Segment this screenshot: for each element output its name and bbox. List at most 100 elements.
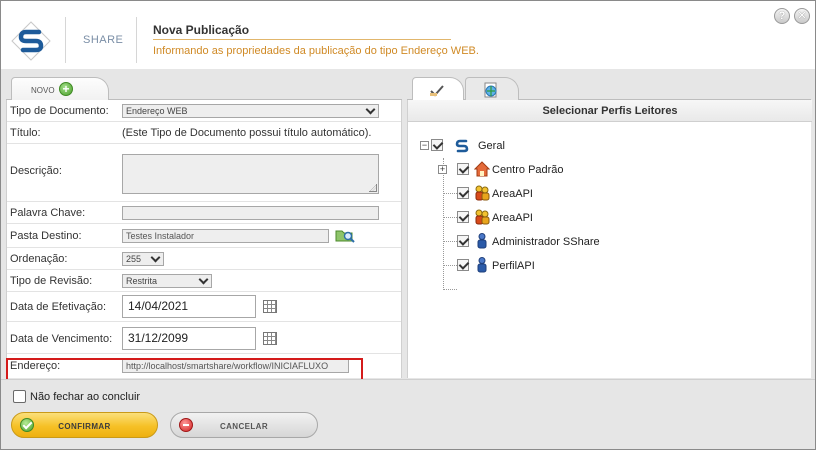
row-tipo-revisao: Tipo de Revisão: Restrita [7,270,401,292]
tree-node-label: Geral [478,140,505,152]
palavra-chave-input[interactable] [122,206,379,220]
titulo-value: (Este Tipo de Documento possui título au… [122,127,372,139]
data-vencimento-value: 31/12/2099 [128,331,189,345]
tree-checkbox[interactable] [457,163,469,175]
pasta-destino-value: Testes Instalador [126,231,195,241]
tree-node-label: Administrador SShare [492,236,600,248]
left-tab-bar: NOVO + [6,74,402,101]
tree-node-perfilapi[interactable]: PerfilAPI [438,257,638,275]
tree-node-centro-padrao[interactable]: + Centro Padrão [438,161,638,179]
tipo-documento-select[interactable]: Endereço WEB [122,104,379,118]
tab-novo[interactable]: NOVO + [11,77,109,101]
data-efetivacao-value: 14/04/2021 [128,299,189,313]
cancel-button[interactable]: CANCELAR [170,412,318,438]
tree-node-label: PerfilAPI [492,260,535,272]
ordenacao-select[interactable]: 255 [122,252,164,266]
profiles-header: Selecionar Perfis Leitores [408,100,812,122]
data-efetivacao-input[interactable]: 14/04/2021 [122,295,256,318]
ordenacao-label: Ordenação: [10,253,68,265]
calendar-icon[interactable] [263,300,277,313]
data-vencimento-label: Data de Vencimento: [10,333,113,345]
title-underline [153,39,451,40]
right-tab-bar [407,74,811,101]
smartshare-logo-icon [455,139,469,153]
row-titulo: Título: (Este Tipo de Documento possui t… [7,122,401,144]
dialog-window: SHARE Nova Publicação Informando as prop… [0,0,816,450]
resize-handle-icon[interactable] [369,184,377,192]
group-users-icon [475,209,490,225]
confirm-button[interactable]: CONFIRMAR [11,412,158,438]
keep-open-label: Não fechar ao concluir [30,391,141,403]
globe-page-icon [484,82,497,98]
house-icon [474,161,490,177]
tree-checkbox[interactable] [457,259,469,271]
tab-web[interactable] [465,77,519,101]
tipo-documento-label: Tipo de Documento: [10,105,109,117]
tipo-revisao-value: Restrita [126,276,158,286]
group-users-icon [475,185,490,201]
keep-open-checkbox[interactable] [13,390,26,403]
tipo-revisao-label: Tipo de Revisão: [10,275,93,287]
palavra-chave-label: Palavra Chave: [10,207,86,219]
help-icon[interactable]: ? [774,8,790,24]
header-separator [136,17,137,63]
chevron-down-icon [365,104,376,115]
page-subtitle: Informando as propriedades da publicação… [153,45,479,57]
row-data-vencimento: Data de Vencimento: 31/12/2099 [7,322,401,354]
tipo-revisao-select[interactable]: Restrita [122,274,212,288]
tree-node-geral[interactable]: − Geral [420,137,620,155]
data-efetivacao-label: Data de Efetivação: [10,301,107,313]
cancel-label: CANCELAR [219,422,269,431]
tree-node-label: AreaAPI [492,212,533,224]
tipo-documento-value: Endereço WEB [126,106,188,116]
tab-novo-label: NOVO [31,86,55,95]
properties-form: Tipo de Documento: Endereço WEB Título: … [6,100,402,378]
profiles-panel: Selecionar Perfis Leitores − Geral + Cen… [407,74,812,378]
hand-check-icon [430,85,444,97]
row-data-efetivacao: Data de Efetivação: 14/04/2021 [7,292,401,322]
page-title: Nova Publicação [153,23,250,37]
pasta-destino-label: Pasta Destino: [10,230,82,242]
tab-permissions[interactable] [412,77,464,101]
properties-panel: NOVO + Tipo de Documento: Endereço WEB T… [6,74,402,381]
tree-node-label: Centro Padrão [492,164,564,176]
row-pasta-destino: Pasta Destino: Testes Instalador [7,224,401,248]
profiles-body: Selecionar Perfis Leitores − Geral + Cen… [407,100,812,378]
folder-search-icon[interactable] [335,227,355,243]
user-icon [477,257,487,273]
tree-node-areaapi[interactable]: AreaAPI [438,209,638,227]
data-vencimento-input[interactable]: 31/12/2099 [122,327,256,350]
collapse-icon[interactable]: − [420,141,429,150]
descricao-textarea[interactable] [122,154,379,194]
tree-node-administrador-sshare[interactable]: Administrador SShare [438,233,658,251]
row-palavra-chave: Palavra Chave: [7,202,401,224]
header-separator [65,17,66,63]
confirm-label: CONFIRMAR [58,422,111,431]
smartshare-logo-icon [11,21,51,61]
tree-checkbox[interactable] [457,235,469,247]
descricao-label: Descrição: [10,165,62,177]
tree-node-label: AreaAPI [492,188,533,200]
endereco-highlight-box [6,358,363,381]
tree-checkbox[interactable] [457,187,469,199]
user-icon [477,233,487,249]
row-ordenacao: Ordenação: 255 [7,248,401,270]
chevron-down-icon [150,252,161,263]
dialog-footer: Não fechar ao concluir CONFIRMAR CANCELA… [1,379,815,449]
brand-name: SHARE [83,34,124,46]
close-icon[interactable]: ✕ [794,8,810,24]
calendar-icon[interactable] [263,332,277,345]
expand-icon[interactable]: + [438,165,447,174]
main-area: NOVO + Tipo de Documento: Endereço WEB T… [1,69,815,381]
row-descricao: Descrição: [7,144,401,202]
ordenacao-value: 255 [126,254,142,264]
dialog-header: SHARE Nova Publicação Informando as prop… [1,1,815,69]
tree-checkbox[interactable] [431,139,443,151]
pasta-destino-input[interactable]: Testes Instalador [122,229,329,243]
plus-icon[interactable]: + [59,82,73,96]
chevron-down-icon [198,274,209,285]
titulo-label: Título: [10,127,41,139]
tree-checkbox[interactable] [457,211,469,223]
tree-node-areaapi[interactable]: AreaAPI [438,185,638,203]
tree-line [443,289,457,290]
